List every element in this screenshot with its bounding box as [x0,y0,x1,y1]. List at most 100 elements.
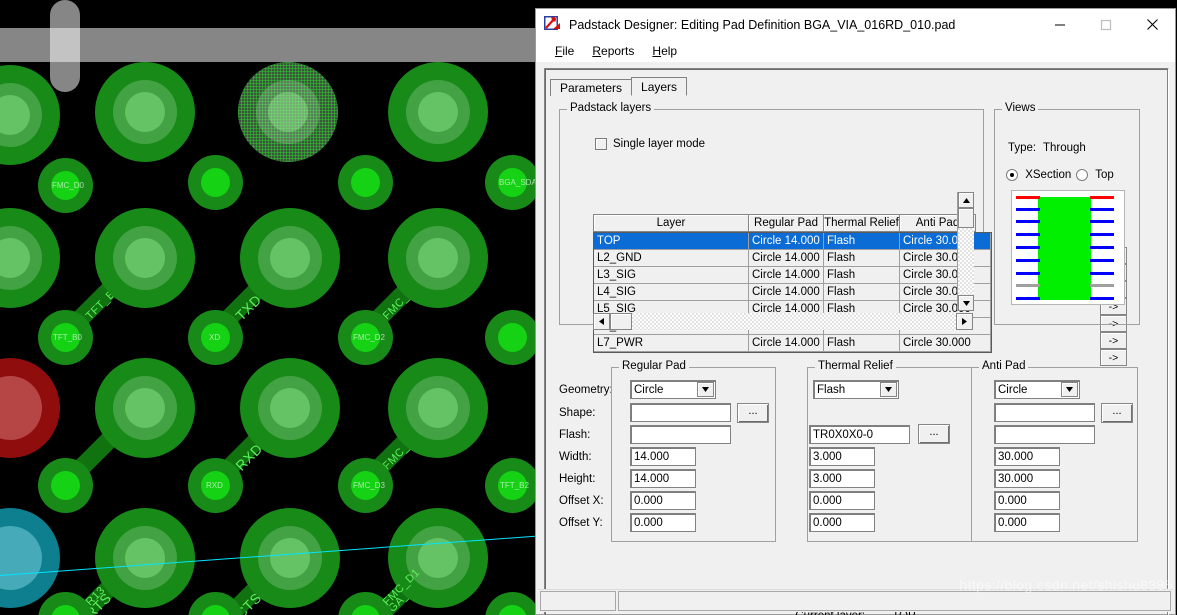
anti-pad-offset-y-input[interactable]: 0.000 [994,513,1060,532]
top-radio-indicator[interactable] [1076,169,1088,181]
pcb-pad-label: FMC_D0 [52,181,84,190]
column-header-regular-pad[interactable]: Regular Pad [748,214,823,232]
regular-pad-geometry-value: Circle [634,384,663,396]
menu-reports[interactable]: Reports [583,42,643,60]
column-header-layer[interactable]: Layer [593,214,748,232]
anti-pad-geometry-combo[interactable]: Circle [994,380,1080,399]
cell-anti-pad[interactable]: Circle 30.000 [900,284,991,301]
xsection-radio-indicator[interactable] [1006,169,1018,181]
thermal-relief-geometry-combo[interactable]: Flash [813,380,899,399]
regular-pad-flash-input[interactable] [630,425,731,444]
scroll-thumb-vertical[interactable] [958,208,974,228]
row-marker[interactable]: -> [1100,332,1127,349]
thermal-relief-width-input[interactable]: 3.000 [809,447,875,466]
xsection-layer-line [1090,272,1114,275]
padstack-layers-grid[interactable]: Layer Regular Pad Thermal Relief Anti Pa… [593,214,992,353]
regular-pad-offset-y-input[interactable]: 0.000 [630,513,696,532]
menu-help[interactable]: Help [643,42,686,60]
anti-pad-shape-input[interactable] [994,403,1095,422]
regular-pad-height-input[interactable]: 14.000 [630,469,696,488]
cell-thermal-relief[interactable]: Flash [824,267,900,284]
close-button[interactable] [1129,9,1175,40]
cell-thermal-relief[interactable]: Flash [824,284,900,301]
thermal-relief-height-input[interactable]: 3.000 [809,469,875,488]
anti-pad-shape-browse-button[interactable]: ... [1101,403,1133,423]
cell-thermal-relief[interactable]: Flash [824,335,900,352]
cell-regular-pad[interactable]: Circle 14.000 [749,250,824,267]
anti-pad-offset-x-value: 0.000 [998,495,1027,507]
scroll-right-button[interactable] [956,313,973,330]
scroll-thumb-horizontal[interactable] [610,313,632,330]
thermal-relief-offset-y-input[interactable]: 0.000 [809,513,875,532]
chevron-down-icon[interactable] [697,382,714,397]
cell-thermal-relief[interactable]: Flash [824,250,900,267]
view-type-label: Type: [1008,142,1036,154]
cell-thermal-relief[interactable]: Flash [824,233,900,250]
xsection-layer-line [1090,208,1114,211]
anti-pad-flash-input[interactable] [994,425,1095,444]
menu-bar: File Reports Help [536,40,1175,62]
cell-layer[interactable]: L4_SIG [594,284,749,301]
pcb-via-hole [498,323,527,352]
cell-layer[interactable]: L7_PWR [594,335,749,352]
cell-layer[interactable]: L2_GND [594,250,749,267]
thermal-relief-offset-x-input[interactable]: 0.000 [809,491,875,510]
cell-regular-pad[interactable]: Circle 14.000 [749,335,824,352]
regular-pad-geometry-combo[interactable]: Circle [630,380,716,399]
anti-pad-width-input[interactable]: 30.000 [994,447,1060,466]
thermal-relief-flash-browse-button[interactable]: ... [918,424,950,444]
regular-pad-offset-x-input[interactable]: 0.000 [630,491,696,510]
view-radio-top[interactable]: Top [1076,169,1114,181]
grid-horizontal-scrollbar[interactable] [593,313,973,330]
chevron-down-icon[interactable] [1061,382,1078,397]
cell-layer[interactable]: L3_SIG [594,267,749,284]
regular-pad-width-input[interactable]: 14.000 [630,447,696,466]
scroll-down-button[interactable] [958,295,974,311]
thermal-relief-browse-label: ... [929,426,938,438]
regular-pad-shape-browse-button[interactable]: ... [737,403,769,423]
scroll-track-vertical[interactable] [958,228,974,295]
grid-vertical-scrollbar[interactable] [957,192,974,311]
minimize-button[interactable] [1037,9,1083,40]
scroll-up-button[interactable] [958,192,974,208]
anti-pad-height-input[interactable]: 30.000 [994,469,1060,488]
chevron-down-icon[interactable] [880,382,897,397]
column-header-thermal-relief[interactable]: Thermal Relief [823,214,899,232]
cell-anti-pad[interactable]: Circle 30.000 [900,250,991,267]
scroll-left-button[interactable] [593,313,610,330]
cell-anti-pad[interactable]: Circle 30.000 [900,267,991,284]
table-row[interactable]: L2_GND Circle 14.000 Flash Circle 30.000 [594,250,991,267]
cell-regular-pad[interactable]: Circle 14.000 [749,284,824,301]
window-title-bar[interactable]: Padstack Designer: Editing Pad Definitio… [536,9,1175,40]
status-pane-left [540,591,616,611]
single-layer-mode-checkbox[interactable] [595,138,607,150]
xsection-layer-line [1016,284,1040,287]
maximize-button[interactable] [1083,9,1129,40]
xsection-layer-line [1016,297,1040,300]
field-label-geometry: Geometry: [559,384,613,396]
regular-pad-shape-input[interactable] [630,403,731,422]
tab-parameters[interactable]: Parameters [550,79,632,96]
cell-layer[interactable]: TOP [594,233,749,250]
single-layer-mode-row[interactable]: Single layer mode [595,138,705,150]
menu-file[interactable]: File [546,42,583,60]
cell-regular-pad[interactable]: Circle 14.000 [749,267,824,284]
column-header-layer-label: Layer [657,217,686,229]
table-row[interactable]: L4_SIG Circle 14.000 Flash Circle 30.000 [594,284,991,301]
table-row[interactable]: L3_SIG Circle 14.000 Flash Circle 30.000 [594,267,991,284]
tab-layers-label: Layers [641,80,677,94]
grid-body[interactable]: TOP Circle 14.000 Flash Circle 30.000 L2… [593,232,992,353]
anti-pad-offset-x-input[interactable]: 0.000 [994,491,1060,510]
cell-anti-pad[interactable]: Circle 30.000 [900,335,991,352]
thermal-relief-geometry-value: Flash [817,384,845,396]
table-row[interactable]: TOP Circle 14.000 Flash Circle 30.000 [594,233,991,250]
cell-regular-pad[interactable]: Circle 14.000 [749,233,824,250]
scroll-track-horizontal[interactable] [632,313,956,330]
row-marker[interactable]: -> [1100,349,1127,366]
table-row[interactable]: L7_PWR Circle 14.000 Flash Circle 30.000 [594,335,991,352]
pcb-pad-label: FMC_D3 [353,481,385,490]
view-radio-xsection[interactable]: XSection [1006,169,1071,181]
cell-anti-pad[interactable]: Circle 30.000 [900,233,991,250]
tab-layers[interactable]: Layers [631,77,687,96]
thermal-relief-flash-input[interactable]: TR0X0X0-0 [809,425,910,444]
